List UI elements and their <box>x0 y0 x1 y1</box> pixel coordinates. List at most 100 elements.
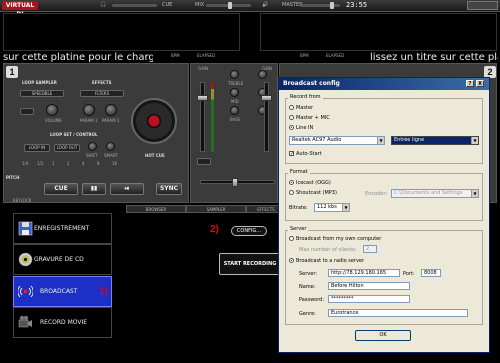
sync-button[interactable]: SYNC <box>156 183 182 195</box>
volume-knob[interactable] <box>46 104 58 116</box>
option-master[interactable]: Master <box>289 105 313 111</box>
server-field-label: Server: <box>299 271 317 277</box>
param2-knob[interactable] <box>105 104 117 116</box>
list-item-record-movie[interactable]: RECORD MOVIE <box>13 307 112 338</box>
gain-label-left: GAIN <box>198 66 209 71</box>
loop-out-button[interactable]: LOOP OUT <box>54 144 80 152</box>
list-item-broadcast[interactable]: BROADCAST <box>13 276 112 307</box>
pause-button[interactable]: ▮▮ <box>82 183 106 195</box>
effect-select[interactable]: FLTERS <box>80 90 124 97</box>
param2-label: PARAM 2 <box>102 118 120 123</box>
sampler-rec-button[interactable] <box>20 108 34 115</box>
loop-size-button[interactable]: 1/2 <box>37 161 43 166</box>
audio-device-value: Realtek AC97 Audio <box>292 137 342 143</box>
broadcast-icon <box>18 285 33 298</box>
loop-size-button[interactable]: 1 <box>52 161 55 166</box>
port-field[interactable]: 8008 <box>421 269 441 277</box>
loop-size-button[interactable]: 8 <box>97 161 100 166</box>
checkbox-icon[interactable]: ✓ <box>289 151 294 157</box>
param1-knob[interactable] <box>83 104 95 116</box>
master-volume-knob[interactable] <box>330 2 334 9</box>
encoder-label: Encoder: <box>365 191 388 197</box>
loop-in-button[interactable]: LOOP IN <box>24 144 50 152</box>
tab-sampler[interactable]: SAMPLER <box>186 205 246 213</box>
server-field[interactable]: http://78.129.180.165 <box>328 269 400 277</box>
cue-button[interactable]: CUE <box>44 183 78 195</box>
list-item-recording[interactable]: ENREGISTREMENT <box>13 213 112 244</box>
ok-button[interactable]: OK <box>355 330 411 341</box>
jog-wheel[interactable] <box>131 98 177 144</box>
list-label-broadcast: BROADCAST <box>40 288 78 295</box>
master-volume-slider[interactable] <box>300 4 340 7</box>
bitrate-label: Bitrate: <box>289 205 308 211</box>
genre-field[interactable]: Eurotrance <box>328 309 468 317</box>
chevron-down-icon: ▼ <box>377 137 384 144</box>
loop-size-button[interactable]: 4 <box>82 161 85 166</box>
start-recording-button[interactable]: START RECORDING <box>219 253 281 275</box>
keylock-label: KEYLOCK <box>13 198 32 203</box>
shift-knob[interactable] <box>88 142 97 151</box>
autostart-checkbox[interactable]: ✓ Auto-Start <box>289 151 322 157</box>
help-button[interactable]: ? <box>466 80 474 87</box>
encoder-select[interactable]: C:\Documents and Settings ▼ <box>391 189 479 198</box>
bass-knob-left[interactable] <box>230 106 239 115</box>
play-button[interactable]: ⏯ <box>110 183 144 195</box>
radio-master-mic[interactable] <box>289 115 294 120</box>
tab-browser[interactable]: BROWSER <box>126 205 186 213</box>
headphone-icon: 🎧 <box>100 2 107 8</box>
mix-label: MIX <box>195 2 205 8</box>
bitrate-select[interactable]: 112 kbs ▼ <box>314 203 350 212</box>
option-master-mic-label: Master + MIC <box>296 115 330 121</box>
bass-label-left: BASS <box>230 117 241 122</box>
option-own-computer-label: Broadcast from my own computer <box>296 236 382 242</box>
mid-knob-left[interactable] <box>230 88 239 97</box>
radio-line-in[interactable] <box>289 125 294 130</box>
option-icecast[interactable]: Icecast (OGG) <box>289 180 331 186</box>
pfl-button[interactable] <box>197 158 211 165</box>
right-channel-fader[interactable] <box>264 82 269 152</box>
treble-knob-left[interactable] <box>230 70 239 79</box>
max-clients-field[interactable]: 2 <box>363 245 377 253</box>
headphone-mix-slider[interactable] <box>112 4 157 7</box>
name-label: Name: <box>299 284 316 290</box>
option-own-computer[interactable]: Broadcast from my own computer <box>289 236 381 242</box>
crossfader-top-knob[interactable] <box>228 2 232 9</box>
option-shoutcast-label: Shoutcast (MP3) <box>296 190 337 196</box>
hot-cue-label: HOT CUE <box>145 153 165 158</box>
left-fader-cap[interactable] <box>197 95 208 101</box>
left-vu-meter <box>211 82 214 152</box>
config-button[interactable]: CONFIG... <box>231 226 267 236</box>
radio-shoutcast[interactable] <box>289 190 294 195</box>
effects-label: EFFECTS <box>92 80 112 85</box>
right-fader-cap[interactable] <box>261 95 272 101</box>
password-label: Password: <box>299 297 325 303</box>
input-source-select[interactable]: Entrée ligne ▼ <box>391 136 479 145</box>
close-button[interactable]: X <box>476 80 484 87</box>
audio-device-select[interactable]: Realtek AC97 Audio ▼ <box>289 136 385 145</box>
list-label-recording: ENREGISTREMENT <box>34 225 90 232</box>
crossfader-cap[interactable] <box>232 178 238 187</box>
left-channel-fader[interactable] <box>200 82 205 152</box>
smart-knob[interactable] <box>106 142 115 151</box>
loop-size-button[interactable]: 1/4 <box>22 161 28 166</box>
treble-knob-right[interactable] <box>258 70 267 79</box>
sampler-select[interactable]: SPEEDBLE <box>20 90 64 97</box>
window-controls[interactable] <box>467 1 498 10</box>
radio-own-computer[interactable] <box>289 236 294 241</box>
option-master-mic[interactable]: Master + MIC <box>289 115 330 121</box>
option-shoutcast[interactable]: Shoutcast (MP3) <box>289 190 337 196</box>
password-field[interactable]: ********* <box>328 295 410 303</box>
server-label: Server <box>288 226 309 232</box>
deck-number-1: 1 <box>6 66 18 78</box>
name-field[interactable]: Before Hilton <box>328 282 410 290</box>
list-item-cd-burn[interactable]: GRAVURE DE CD <box>13 244 112 275</box>
app-logo: VIRTUAL DJ <box>2 1 38 18</box>
radio-radio-server[interactable] <box>289 258 294 263</box>
loop-size-button[interactable]: 2 <box>67 161 70 166</box>
option-line-in[interactable]: Line IN <box>289 125 313 131</box>
radio-master[interactable] <box>289 105 294 110</box>
option-radio-server[interactable]: Broadcast to a radio server <box>289 258 364 264</box>
list-label-cd-burn: GRAVURE DE CD <box>34 256 84 263</box>
loop-size-button[interactable]: 16 <box>112 161 117 166</box>
radio-icecast[interactable] <box>289 180 294 185</box>
